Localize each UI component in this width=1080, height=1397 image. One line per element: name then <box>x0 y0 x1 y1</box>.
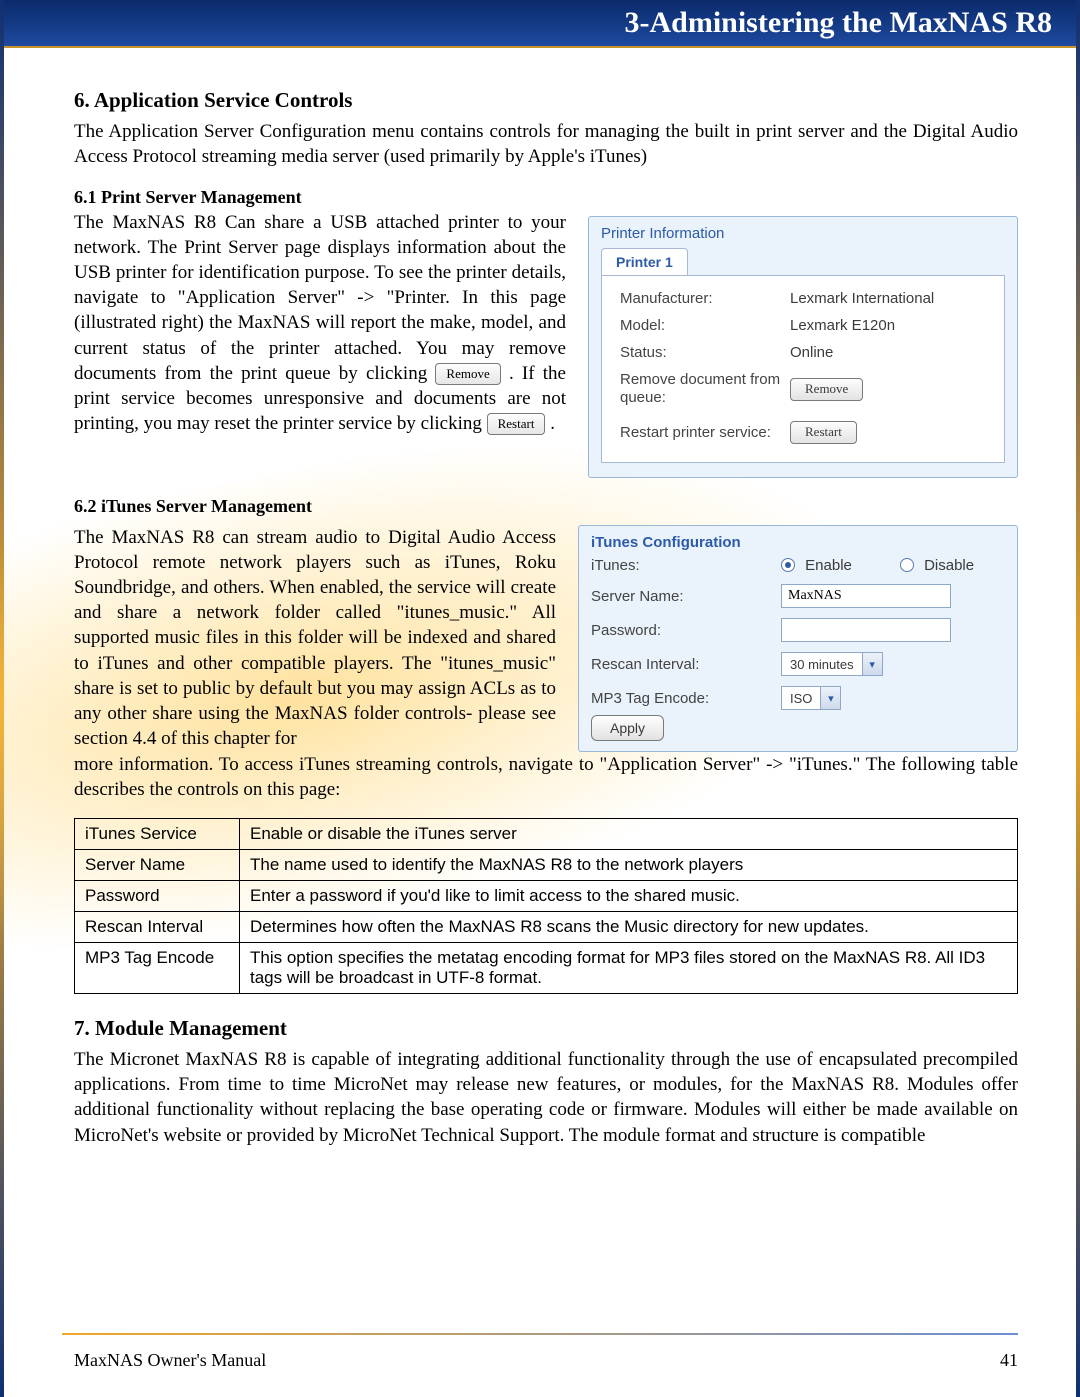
para-6-2-a: The MaxNAS R8 can stream audio to Digita… <box>74 525 556 751</box>
page-content: 6. Application Service Controls The Appl… <box>0 48 1080 1148</box>
subsection-6-1-title: 6.1 Print Server Management <box>74 187 1018 208</box>
encode-select-value: ISO <box>782 691 820 706</box>
table-row: MP3 Tag EncodeThis option specifies the … <box>75 943 1018 994</box>
section-7-title: 7. Module Management <box>74 1016 1018 1041</box>
manufacturer-value: Lexmark International <box>790 290 934 307</box>
inline-remove-button: Remove <box>435 363 500 385</box>
encode-label: MP3 Tag Encode: <box>591 690 781 707</box>
radio-dot-checked-icon <box>781 558 795 572</box>
rescan-select[interactable]: 30 minutes ▾ <box>781 652 883 676</box>
itunes-config-panel: iTunes Configuration iTunes: Enable Disa… <box>578 525 1018 752</box>
subsection-6-2-title: 6.2 iTunes Server Management <box>74 496 1018 517</box>
remove-queue-button[interactable]: Remove <box>790 378 863 401</box>
chapter-header: 3-Administering the MaxNAS R8 <box>0 0 1080 48</box>
cell-k: Rescan Interval <box>75 912 240 943</box>
server-name-input[interactable] <box>781 584 951 608</box>
apply-button[interactable]: Apply <box>591 715 664 741</box>
restart-service-label: Restart printer service: <box>620 424 790 441</box>
rescan-label: Rescan Interval: <box>591 656 781 673</box>
printer-info-panel: Printer Information Printer 1 Manufactur… <box>588 216 1018 478</box>
para-6-1: The MaxNAS R8 Can share a USB attached p… <box>74 210 566 436</box>
chevron-down-icon: ▾ <box>820 687 840 709</box>
disable-text: Disable <box>924 557 974 574</box>
password-label: Password: <box>591 622 781 639</box>
printer-legend: Printer Information <box>601 225 1005 242</box>
section-6-title: 6. Application Service Controls <box>74 88 1018 113</box>
col-6-2-text: The MaxNAS R8 can stream audio to Digita… <box>74 519 556 751</box>
chevron-down-icon: ▾ <box>862 653 882 675</box>
row-6-1: The MaxNAS R8 Can share a USB attached p… <box>74 210 1018 478</box>
status-value: Online <box>790 344 833 361</box>
cell-k: MP3 Tag Encode <box>75 943 240 994</box>
footer-manual-title: MaxNAS Owner's Manual <box>74 1350 266 1371</box>
section-6-intro: The Application Server Configuration men… <box>74 119 1018 169</box>
table-row: Rescan IntervalDetermines how often the … <box>75 912 1018 943</box>
manufacturer-label: Manufacturer: <box>620 290 790 307</box>
table-row: Server NameThe name used to identify the… <box>75 850 1018 881</box>
enable-text: Enable <box>805 557 852 574</box>
para-6-1-c: . <box>550 413 555 434</box>
cell-v: Enter a password if you'd like to limit … <box>240 881 1018 912</box>
cell-k: iTunes Service <box>75 819 240 850</box>
section-7-body: The Micronet MaxNAS R8 is capable of int… <box>74 1047 1018 1147</box>
itunes-controls-table: iTunes ServiceEnable or disable the iTun… <box>74 818 1018 994</box>
para-6-2-b: more information. To access iTunes strea… <box>74 752 1018 802</box>
status-label: Status: <box>620 344 790 361</box>
model-label: Model: <box>620 317 790 334</box>
itunes-disable-radio[interactable]: Disable <box>900 557 974 574</box>
radio-dot-icon <box>900 558 914 572</box>
printer-tab-body: Manufacturer: Lexmark International Mode… <box>601 275 1005 463</box>
cell-v: The name used to identify the MaxNAS R8 … <box>240 850 1018 881</box>
cell-k: Password <box>75 881 240 912</box>
encode-select[interactable]: ISO ▾ <box>781 686 841 710</box>
rescan-select-value: 30 minutes <box>782 657 862 672</box>
cell-k: Server Name <box>75 850 240 881</box>
printer-tab-1[interactable]: Printer 1 <box>601 248 688 276</box>
model-value: Lexmark E120n <box>790 317 895 334</box>
page-footer: MaxNAS Owner's Manual 41 <box>74 1350 1018 1371</box>
itunes-legend: iTunes Configuration <box>591 534 1005 551</box>
para-6-1-a: The MaxNAS R8 Can share a USB attached p… <box>74 212 566 383</box>
restart-service-button[interactable]: Restart <box>790 421 857 444</box>
itunes-label: iTunes: <box>591 557 781 574</box>
password-input[interactable] <box>781 618 951 642</box>
itunes-enable-radio[interactable]: Enable <box>781 557 852 574</box>
row-6-2: The MaxNAS R8 can stream audio to Digita… <box>74 519 1018 752</box>
table-row: PasswordEnter a password if you'd like t… <box>75 881 1018 912</box>
cell-v: Enable or disable the iTunes server <box>240 819 1018 850</box>
col-6-1-text: The MaxNAS R8 Can share a USB attached p… <box>74 210 566 436</box>
cell-v: Determines how often the MaxNAS R8 scans… <box>240 912 1018 943</box>
remove-queue-label: Remove document from queue: <box>620 371 790 407</box>
server-name-label: Server Name: <box>591 588 781 605</box>
table-row: iTunes ServiceEnable or disable the iTun… <box>75 819 1018 850</box>
chapter-title: 3-Administering the MaxNAS R8 <box>625 6 1053 40</box>
cell-v: This option specifies the metatag encodi… <box>240 943 1018 994</box>
inline-restart-button: Restart <box>487 413 546 435</box>
footer-page-number: 41 <box>1000 1350 1018 1371</box>
footer-divider <box>62 1333 1018 1335</box>
